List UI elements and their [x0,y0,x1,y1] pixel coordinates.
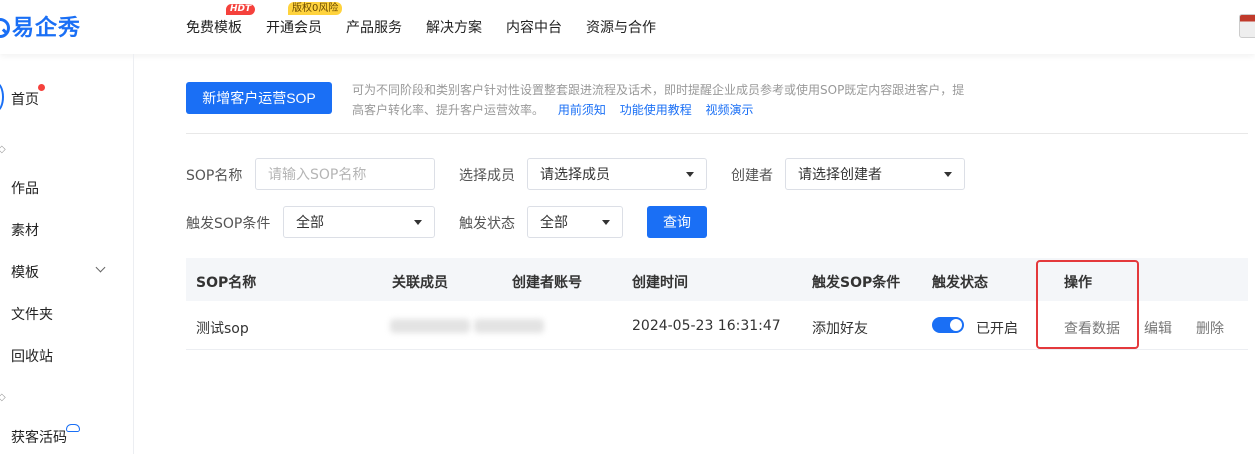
sidebar-item-materials[interactable]: 素材 [11,220,39,240]
trigger-condition-cell: 添加好友 [812,321,868,337]
edit-link[interactable]: 编辑 [1144,318,1172,338]
sidebar [0,54,134,454]
column-header: 创建者账号 [512,275,582,291]
sidebar-item-works[interactable]: 作品 [11,178,39,198]
divider [186,133,1248,134]
user-avatar[interactable] [1239,14,1255,38]
status-toggle[interactable] [932,317,964,333]
sidebar-item-folders[interactable]: 文件夹 [11,304,53,324]
column-header: 触发状态 [932,275,988,291]
sop-name-input[interactable]: 请输入SOP名称 [255,158,435,190]
add-sop-button[interactable]: 新增客户运营SOP [186,82,332,114]
sop-name-cell: 测试sop [196,321,249,337]
top-nav: 免费模板 HDT 开通会员 版权0风险 产品服务 解决方案 内容中台 资源与合作 [186,0,680,54]
action-column-highlight [1036,260,1139,349]
brand-name: 易企秀 [12,16,82,41]
column-header: 创建时间 [632,275,688,291]
caret-down-icon [686,172,694,177]
creator-select-value: 请选择创建者 [798,167,882,183]
nav-item-resources[interactable]: 资源与合作 [586,17,656,37]
nav-item-label: 内容中台 [506,20,562,36]
creator-select[interactable]: 请选择创建者 [785,158,965,190]
trigger-status-select[interactable]: 全部 [527,206,623,238]
creator-label: 创建者 [731,168,773,184]
trigger-condition-value: 全部 [296,215,324,231]
nav-item-label: 解决方案 [426,20,482,36]
nav-item-label: 开通会员 [266,20,322,36]
caret-down-icon [944,172,952,177]
member-select-value: 请选择成员 [540,167,610,183]
caret-down-icon [602,220,610,225]
nav-item-products[interactable]: 产品服务 [346,17,402,37]
sidebar-item-home[interactable]: 首页 [11,89,39,109]
sop-description: 可为不同阶段和类别客户针对性设置整套跟进流程及话术，即时提醒企业成员参考或使用S… [352,80,972,120]
column-header: 触发SOP条件 [812,275,901,291]
link-video-demo[interactable]: 视频演示 [706,103,754,117]
copyright-badge: 版权0风险 [288,2,343,15]
brand-logo[interactable]: 易企秀 [0,12,82,41]
top-bar: 易企秀 免费模板 HDT 开通会员 版权0风险 产品服务 解决方案 内容中台 资… [0,0,1255,54]
link-usage-notes[interactable]: 用前须知 [558,103,606,117]
nav-item-label: 产品服务 [346,20,402,36]
status-text: 已开启 [976,321,1018,337]
member-select[interactable]: 请选择成员 [527,158,707,190]
nav-item-label: 资源与合作 [586,20,656,36]
trigger-condition-label: 触发SOP条件 [186,216,271,232]
created-time-cell: 2024-05-23 16:31:47 [632,318,781,334]
sop-name-label: SOP名称 [186,168,243,184]
notification-dot [38,84,45,91]
caret-down-icon [414,220,422,225]
sop-name-placeholder: 请输入SOP名称 [268,167,367,183]
column-header: SOP名称 [196,275,257,291]
sidebar-section-marker: ◇ [0,392,6,403]
sidebar-item-templates[interactable]: 模板 [11,262,39,282]
sidebar-item-recycle-bin[interactable]: 回收站 [11,346,53,366]
nav-item-content-hub[interactable]: 内容中台 [506,17,562,37]
cloud-icon [66,424,80,432]
trigger-condition-select[interactable]: 全部 [283,206,435,238]
query-button[interactable]: 查询 [647,206,707,238]
nav-item-solutions[interactable]: 解决方案 [426,17,482,37]
nav-item-free-templates[interactable]: 免费模板 HDT [186,4,256,37]
creator-cell-redacted [474,319,544,333]
member-cell-redacted [390,319,470,333]
link-tutorial[interactable]: 功能使用教程 [620,103,692,117]
member-label: 选择成员 [459,168,515,184]
hdt-badge: HDT [226,4,256,15]
trigger-status-label: 触发状态 [459,216,515,232]
delete-link[interactable]: 删除 [1196,318,1224,338]
nav-item-membership[interactable]: 开通会员 版权0风险 [266,2,343,37]
sidebar-item-lead-code[interactable]: 获客活码 [11,427,67,447]
trigger-status-value: 全部 [540,215,568,231]
logo-icon [0,15,10,38]
nav-item-label: 免费模板 [186,20,242,36]
column-header: 关联成员 [392,275,448,291]
sidebar-section-marker: ◇ [0,144,6,155]
